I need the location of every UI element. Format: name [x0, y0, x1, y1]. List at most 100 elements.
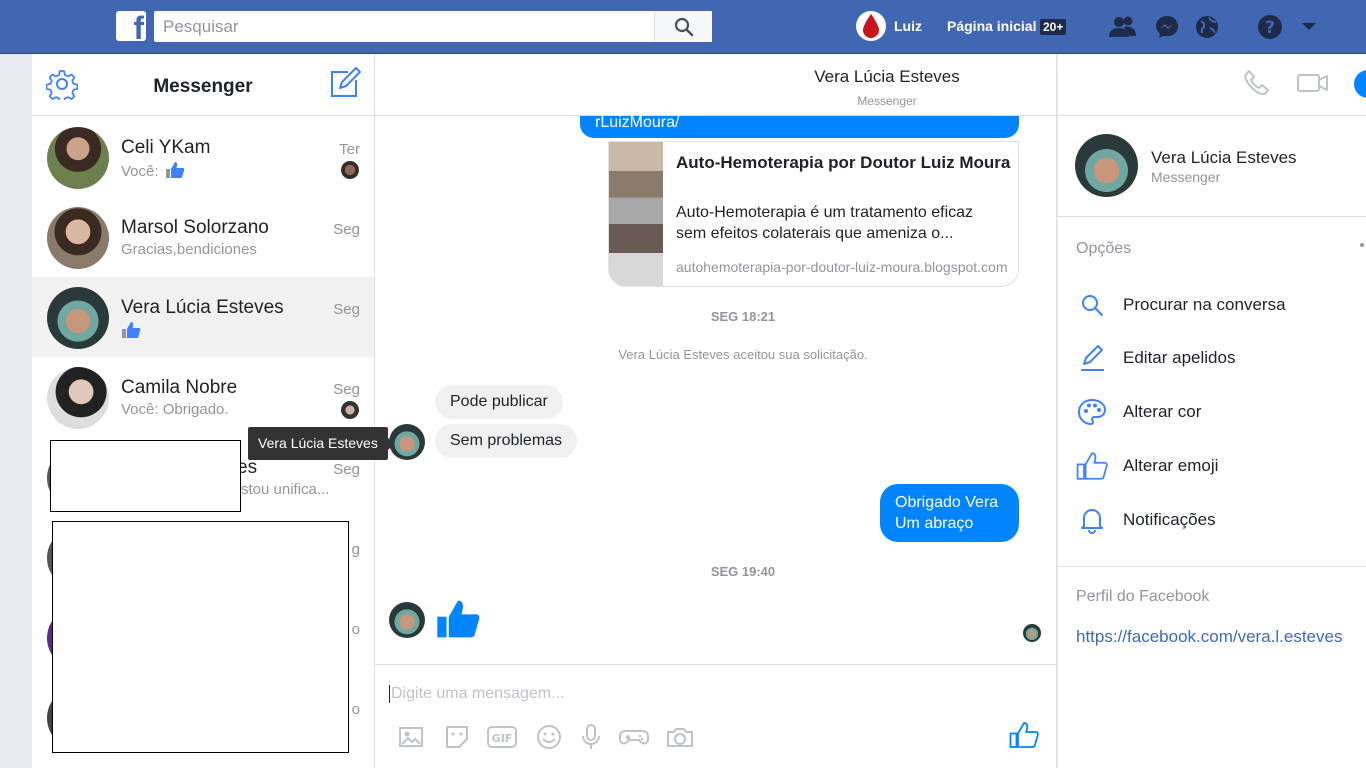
conversation-item[interactable]: Marsol Solorzano Gracias,bendiciones Seg [32, 197, 374, 277]
user-name-link[interactable]: Luiz [894, 18, 922, 34]
pencil-icon [1081, 345, 1104, 371]
option-label: Procurar na conversa [1123, 295, 1286, 314]
message-composer: GIF [375, 664, 1056, 768]
more-dots-icon[interactable] [1360, 243, 1364, 247]
microphone-icon [582, 724, 600, 749]
option-label: Alterar cor [1123, 402, 1202, 421]
message-time: o [351, 701, 360, 718]
compose-icon [331, 67, 361, 97]
voice-clip-button[interactable] [575, 721, 607, 753]
contact-avatar [47, 287, 109, 349]
send-sticker-button[interactable] [441, 721, 473, 753]
message-time: o [351, 621, 360, 638]
thumbs-up-icon [1076, 452, 1108, 480]
video-call-button[interactable] [1296, 70, 1330, 100]
messenger-icon [1156, 16, 1178, 38]
option-change-color[interactable]: Alterar cor [1076, 392, 1366, 432]
message-input[interactable] [389, 685, 1009, 703]
messages-button[interactable] [1152, 12, 1182, 42]
camera-button[interactable] [664, 721, 696, 753]
conversation-info-button[interactable] [1354, 70, 1366, 98]
search-icon [674, 17, 693, 36]
redaction-box [50, 440, 241, 512]
message-time: g [351, 541, 360, 558]
link-preview-title: Auto-Hemoterapia por Doutor Luiz Moura [676, 153, 1011, 172]
outgoing-message-bubble[interactable]: rLuizMoura/ [580, 115, 1019, 138]
contact-avatar [47, 127, 109, 189]
svg-text:GIF: GIF [492, 732, 513, 745]
account-menu-button[interactable] [1294, 12, 1324, 42]
redaction-box [52, 521, 349, 753]
seen-avatar [341, 401, 359, 419]
conversation-item[interactable]: Celi YKam Você: Ter [32, 117, 374, 197]
thumbs-up-icon [122, 322, 141, 338]
home-link[interactable]: Página inicial [947, 18, 1036, 34]
option-search-conversation[interactable]: Procurar na conversa [1076, 285, 1366, 325]
contact-name: Marsol Solorzano [121, 217, 269, 238]
contact-name: Vera Lúcia Esteves [121, 297, 284, 318]
divider [1058, 566, 1366, 567]
facebook-profile-heading: Perfil do Facebook [1076, 588, 1210, 605]
contact-name: Vera Lúcia Esteves [1151, 148, 1297, 167]
friends-icon [1109, 16, 1136, 37]
facebook-profile-link[interactable]: https://facebook.com/vera.l.esteves [1076, 627, 1342, 647]
message-snippet: Você: [121, 161, 185, 180]
message-snippet: Você: Obrigado. [121, 401, 229, 418]
search-button[interactable] [654, 11, 712, 42]
contact-avatar-large[interactable] [1075, 134, 1138, 197]
sender-avatar[interactable] [389, 424, 425, 460]
send-gif-button[interactable]: GIF [486, 721, 518, 753]
conversation-item[interactable]: Camila Nobre Você: Obrigado. Seg [32, 357, 374, 437]
video-camera-icon [1297, 74, 1328, 92]
help-icon: ? [1258, 15, 1282, 39]
option-label: Notificações [1123, 510, 1216, 529]
timestamp-divider: SEG 19:40 [710, 564, 776, 579]
blood-drop-icon [863, 14, 879, 38]
bell-icon [1081, 509, 1103, 534]
conversation-title[interactable]: Vera Lúcia Esteves [375, 67, 1056, 87]
emoji-icon [537, 725, 561, 749]
contact-name: Celi YKam [121, 137, 211, 158]
message-time: Seg [333, 221, 360, 238]
conversation-item-active[interactable]: Vera Lúcia Esteves Seg [32, 277, 374, 357]
option-label: Editar apelidos [1123, 348, 1236, 367]
user-avatar[interactable] [856, 11, 886, 41]
voice-call-button[interactable] [1242, 68, 1276, 98]
link-preview-url: autohemoterapia-por-doutor-luiz-moura.bl… [676, 259, 1008, 275]
outgoing-message-bubble[interactable]: Obrigado Vera Um abraço [880, 484, 1019, 542]
name-tooltip: Vera Lúcia Esteves [248, 427, 394, 460]
send-like-button[interactable] [1008, 719, 1040, 751]
facebook-logo[interactable]: f [116, 11, 146, 41]
link-preview-card[interactable]: Auto-Hemoterapia por Doutor Luiz Moura A… [608, 141, 1019, 287]
emoji-button[interactable] [533, 721, 565, 753]
message-line: Obrigado Vera [895, 494, 999, 511]
incoming-message-bubble[interactable]: Sem problemas [435, 424, 578, 458]
sender-avatar[interactable] [389, 602, 425, 638]
link-preview-thumbnail [609, 142, 663, 286]
message-time: Seg [333, 461, 360, 478]
option-change-emoji[interactable]: Alterar emoji [1076, 446, 1366, 486]
new-message-button[interactable] [328, 66, 362, 100]
send-photo-button[interactable] [395, 721, 427, 753]
notifications-button[interactable] [1192, 12, 1222, 42]
svg-text:?: ? [1265, 18, 1275, 38]
search-input[interactable] [154, 11, 654, 42]
help-button[interactable]: ? [1255, 12, 1285, 42]
incoming-message-bubble[interactable]: Pode publicar [435, 385, 563, 419]
message-time: Seg [333, 381, 360, 398]
sticker-icon [446, 726, 468, 748]
option-edit-nicknames[interactable]: Editar apelidos [1076, 338, 1366, 378]
option-label: Alterar emoji [1123, 456, 1219, 475]
camera-icon [667, 728, 693, 747]
conversation-info-panel: Vera Lúcia Esteves Messenger Opções Proc… [1058, 116, 1366, 768]
inbox-header: Messenger [32, 54, 374, 116]
search-icon [1082, 295, 1103, 316]
chevron-down-icon [1302, 23, 1316, 30]
system-message: Vera Lúcia Esteves aceitou sua solicitaç… [618, 347, 868, 362]
conversation-list-panel: Messenger Celi YKam Você: Ter Marsol Sol… [32, 54, 375, 768]
conversation-header: Vera Lúcia Esteves Messenger [375, 54, 1056, 116]
friend-requests-button[interactable] [1108, 12, 1138, 42]
option-notifications[interactable]: Notificações [1076, 500, 1366, 540]
games-button[interactable] [618, 721, 650, 753]
thumbs-up-icon [165, 162, 184, 178]
